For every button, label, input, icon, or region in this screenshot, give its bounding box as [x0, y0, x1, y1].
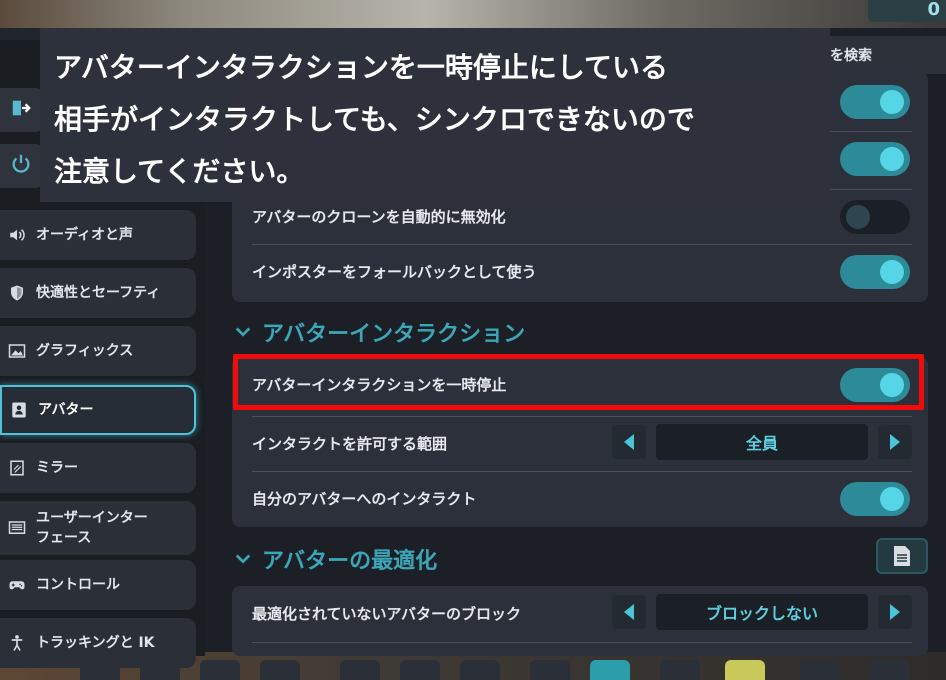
chevron-down-icon	[235, 554, 251, 564]
top-right-badge[interactable]: 0	[868, 0, 946, 22]
power-button[interactable]	[0, 144, 42, 188]
setting-label: アバターのクローンを自動的に無効化	[252, 208, 506, 226]
sidebar-item-label: ユーザーインター フェース	[36, 510, 148, 546]
section-title-text: アバターインタラクション	[262, 322, 526, 347]
dock-button[interactable]	[800, 660, 840, 680]
power-icon	[10, 153, 32, 179]
tracking-icon	[6, 632, 28, 654]
settings-row-block-unoptimized: 最適化されていないアバターのブロック ブロックしない	[252, 586, 912, 641]
arrow-left-icon	[624, 604, 634, 620]
dock-button[interactable]	[340, 660, 380, 680]
sidebar-item-label: トラッキングと IK	[36, 635, 155, 651]
impostor-fallback-toggle[interactable]	[840, 254, 910, 289]
arrow-left-icon	[624, 434, 634, 450]
self-interaction-toggle[interactable]	[840, 481, 910, 516]
exit-button[interactable]	[0, 88, 42, 132]
section-title-avatar-optimization[interactable]: アバターの最適化	[234, 543, 437, 575]
dock-button[interactable]	[530, 660, 570, 680]
dock-button[interactable]	[400, 660, 440, 680]
document-icon	[894, 546, 910, 566]
interface-icon	[6, 517, 28, 539]
block-unoptimized-selector: ブロックしない	[612, 594, 912, 630]
sidebar-item-label: ミラー	[36, 460, 78, 476]
sidebar-item-controls[interactable]: コントロール	[0, 560, 196, 610]
arrow-right-icon	[890, 434, 900, 450]
dock-button[interactable]	[660, 660, 700, 680]
sidebar-item-graphics[interactable]: グラフィックス	[0, 326, 196, 376]
shield-icon	[6, 282, 28, 304]
dock-button[interactable]	[870, 660, 910, 680]
image-icon	[6, 340, 28, 362]
exit-icon	[10, 97, 32, 123]
bottom-dock	[60, 660, 946, 680]
dock-button[interactable]	[260, 660, 300, 680]
next-option-button[interactable]	[878, 425, 912, 459]
disable-clones-toggle[interactable]	[840, 199, 910, 234]
speaker-icon	[6, 224, 28, 246]
dock-button[interactable]	[200, 660, 240, 680]
annotation-line: 注意してください。	[54, 155, 305, 188]
block-unoptimized-value: ブロックしない	[656, 594, 868, 630]
sidebar-item-label: コントロール	[36, 577, 120, 593]
setting-toggle[interactable]	[840, 141, 910, 176]
setting-label: 自分のアバターへのインタラクト	[252, 490, 477, 508]
setting-toggle[interactable]	[840, 84, 910, 119]
previous-option-button[interactable]	[612, 425, 646, 459]
setting-label: インポスターをフォールバックとして使う	[252, 263, 537, 281]
setting-label: インタラクトを許可する範囲	[252, 435, 448, 453]
dock-button[interactable]	[80, 660, 120, 680]
gamepad-icon	[6, 574, 28, 596]
sidebar-item-label: グラフィックス	[36, 343, 134, 359]
settings-row-interaction-range: インタラクトを許可する範囲 全員	[252, 416, 912, 471]
dock-button[interactable]	[140, 660, 180, 680]
annotation-line: 相手がインタラクトしても、シンクロできないので	[54, 103, 695, 136]
settings-row-impostor-fallback: インポスターをフォールバックとして使う	[252, 244, 912, 299]
avatar-icon	[8, 399, 30, 421]
arrow-right-icon	[890, 604, 900, 620]
sidebar-item-user-interface[interactable]: ユーザーインター フェース	[0, 501, 196, 555]
divider	[252, 642, 912, 643]
dock-button-active[interactable]	[590, 660, 630, 680]
dock-button-highlight[interactable]	[725, 660, 765, 680]
mirror-icon	[6, 457, 28, 479]
dock-button[interactable]	[460, 660, 500, 680]
avatar-optimization-card: 最適化されていないアバターのブロック ブロックしない	[232, 586, 928, 656]
settings-row-self-interaction: 自分のアバターへのインタラクト	[252, 471, 912, 526]
section-title-avatar-interaction[interactable]: アバターインタラクション	[234, 316, 525, 348]
annotation-overlay: アバターインタラクションを一時停止にしている 相手がインタラクトしても、シンクロ…	[40, 28, 830, 202]
setting-label: 最適化されていないアバターのブロック	[252, 605, 521, 623]
chevron-down-icon	[235, 327, 251, 337]
interaction-range-value: 全員	[656, 424, 868, 460]
highlight-box	[233, 354, 924, 410]
sidebar-item-mirror[interactable]: ミラー	[0, 443, 196, 493]
next-option-button[interactable]	[878, 595, 912, 629]
documentation-button[interactable]	[876, 538, 928, 574]
interaction-range-selector: 全員	[612, 424, 912, 460]
sidebar-item-audio[interactable]: オーディオと声	[0, 210, 196, 260]
annotation-line: アバターインタラクションを一時停止にしている	[54, 51, 669, 84]
sidebar-item-label: オーディオと声	[36, 227, 134, 243]
sidebar-item-comfort-safety[interactable]: 快適性とセーフティ	[0, 268, 196, 318]
previous-option-button[interactable]	[612, 595, 646, 629]
section-title-text: アバターの最適化	[262, 549, 438, 574]
sidebar-item-label: アバター	[38, 402, 94, 418]
sidebar-item-label: 快適性とセーフティ	[36, 285, 161, 301]
sidebar-item-avatar[interactable]: アバター	[0, 385, 196, 435]
